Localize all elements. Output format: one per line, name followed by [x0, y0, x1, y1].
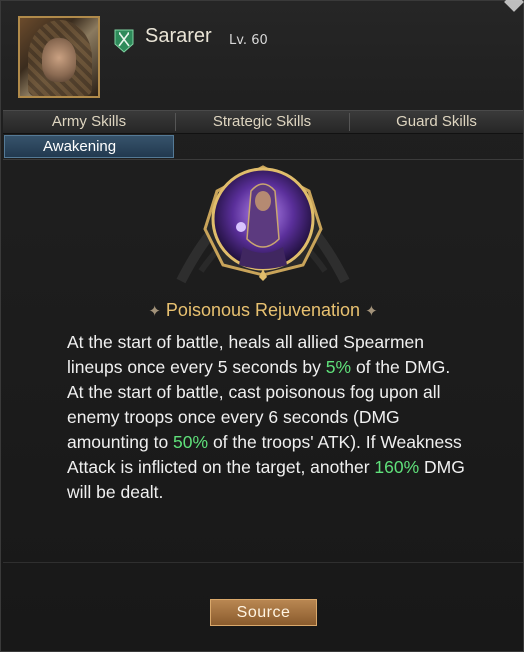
tab-awakening[interactable]: Awakening: [4, 135, 174, 158]
skill-description: At the start of battle, heals all allied…: [67, 330, 467, 505]
hero-level: Lv. 60: [229, 33, 268, 48]
source-button[interactable]: Source: [210, 599, 317, 626]
skill-effect-1: At the start of battle, heals all allied…: [67, 332, 451, 377]
skill-emblem-icon: [176, 165, 350, 284]
hero-skill-panel: Sararer Lv. 60 Army Skills Strategic Ski…: [0, 0, 524, 652]
close-corner-icon[interactable]: [504, 0, 524, 12]
skill-effect-2: At the start of battle, cast poisonous f…: [67, 382, 465, 502]
sparkle-left-icon: ✦: [148, 303, 161, 320]
skill-title: ✦ Poisonous Rejuvenation ✦: [148, 300, 378, 320]
sparkle-right-icon: ✦: [365, 303, 378, 320]
divider: [3, 562, 523, 563]
tab-strategic-skills[interactable]: Strategic Skills: [176, 111, 348, 133]
divider: [3, 159, 523, 160]
hero-portrait: [18, 16, 100, 98]
hero-name: Sararer: [145, 25, 212, 47]
skill-tabs: Army Skills Strategic Skills Guard Skill…: [3, 110, 523, 134]
spearmen-class-icon: [114, 29, 134, 53]
tab-guard-skills[interactable]: Guard Skills: [350, 111, 523, 133]
tab-army-skills[interactable]: Army Skills: [3, 111, 175, 133]
